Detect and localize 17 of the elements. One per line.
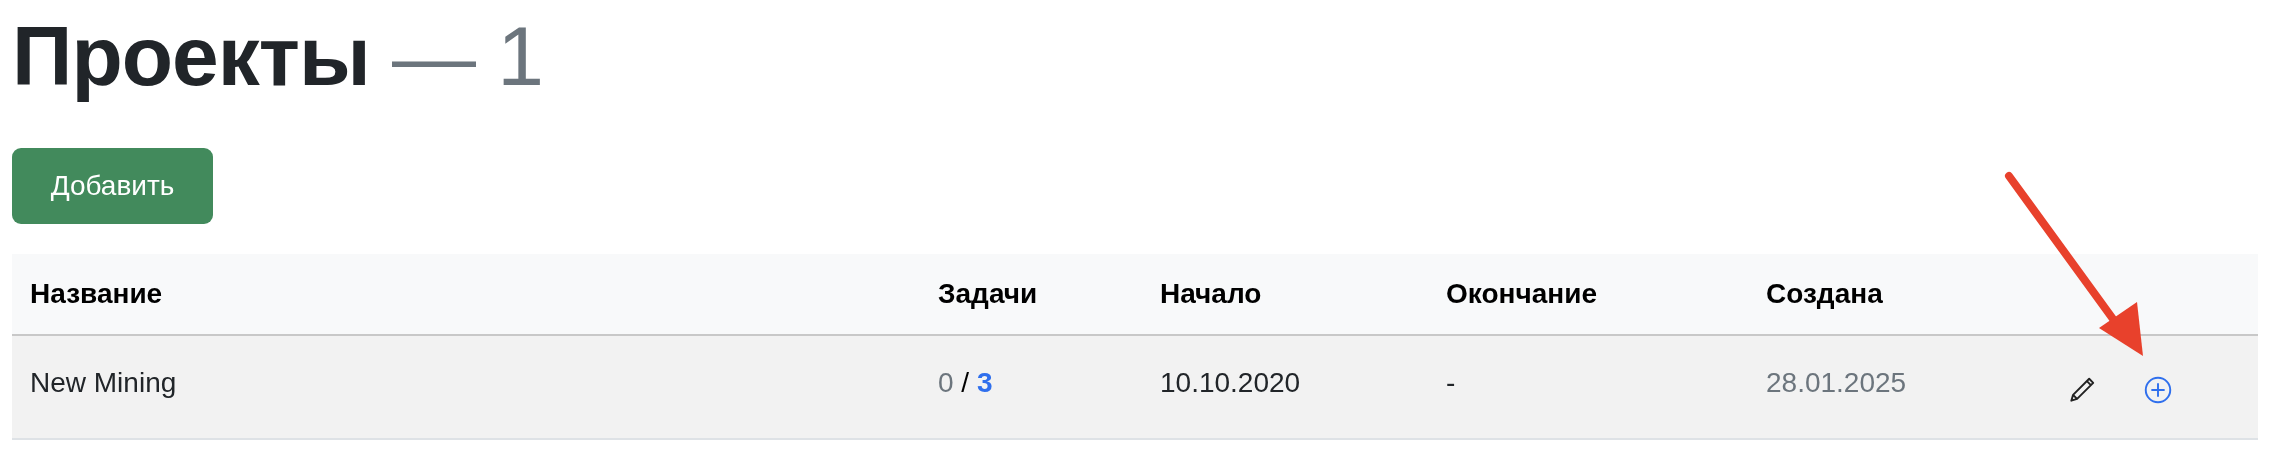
done-count: 0 (938, 367, 954, 398)
project-count: — 1 (392, 9, 544, 103)
project-name: New Mining (30, 367, 177, 398)
add-button[interactable]: Добавить (12, 148, 213, 224)
page-title: Проекты (12, 9, 370, 103)
add-circle-icon[interactable] (2144, 376, 2172, 404)
column-header: Задачи (938, 278, 1038, 309)
column-header: Начало (1160, 278, 1262, 309)
column-header: Название (30, 278, 163, 309)
pencil-icon[interactable] (2068, 376, 2096, 404)
slash: / (961, 367, 970, 398)
start-date: 10.10.2020 (1160, 367, 1301, 398)
created-date: 28.01.2025 (1766, 367, 1907, 398)
end-date: - (1446, 367, 1456, 398)
column-header: Создана (1766, 278, 1883, 309)
column-header: Окончание (1446, 278, 1597, 309)
total-tasks-link[interactable]: 3 (976, 367, 993, 398)
